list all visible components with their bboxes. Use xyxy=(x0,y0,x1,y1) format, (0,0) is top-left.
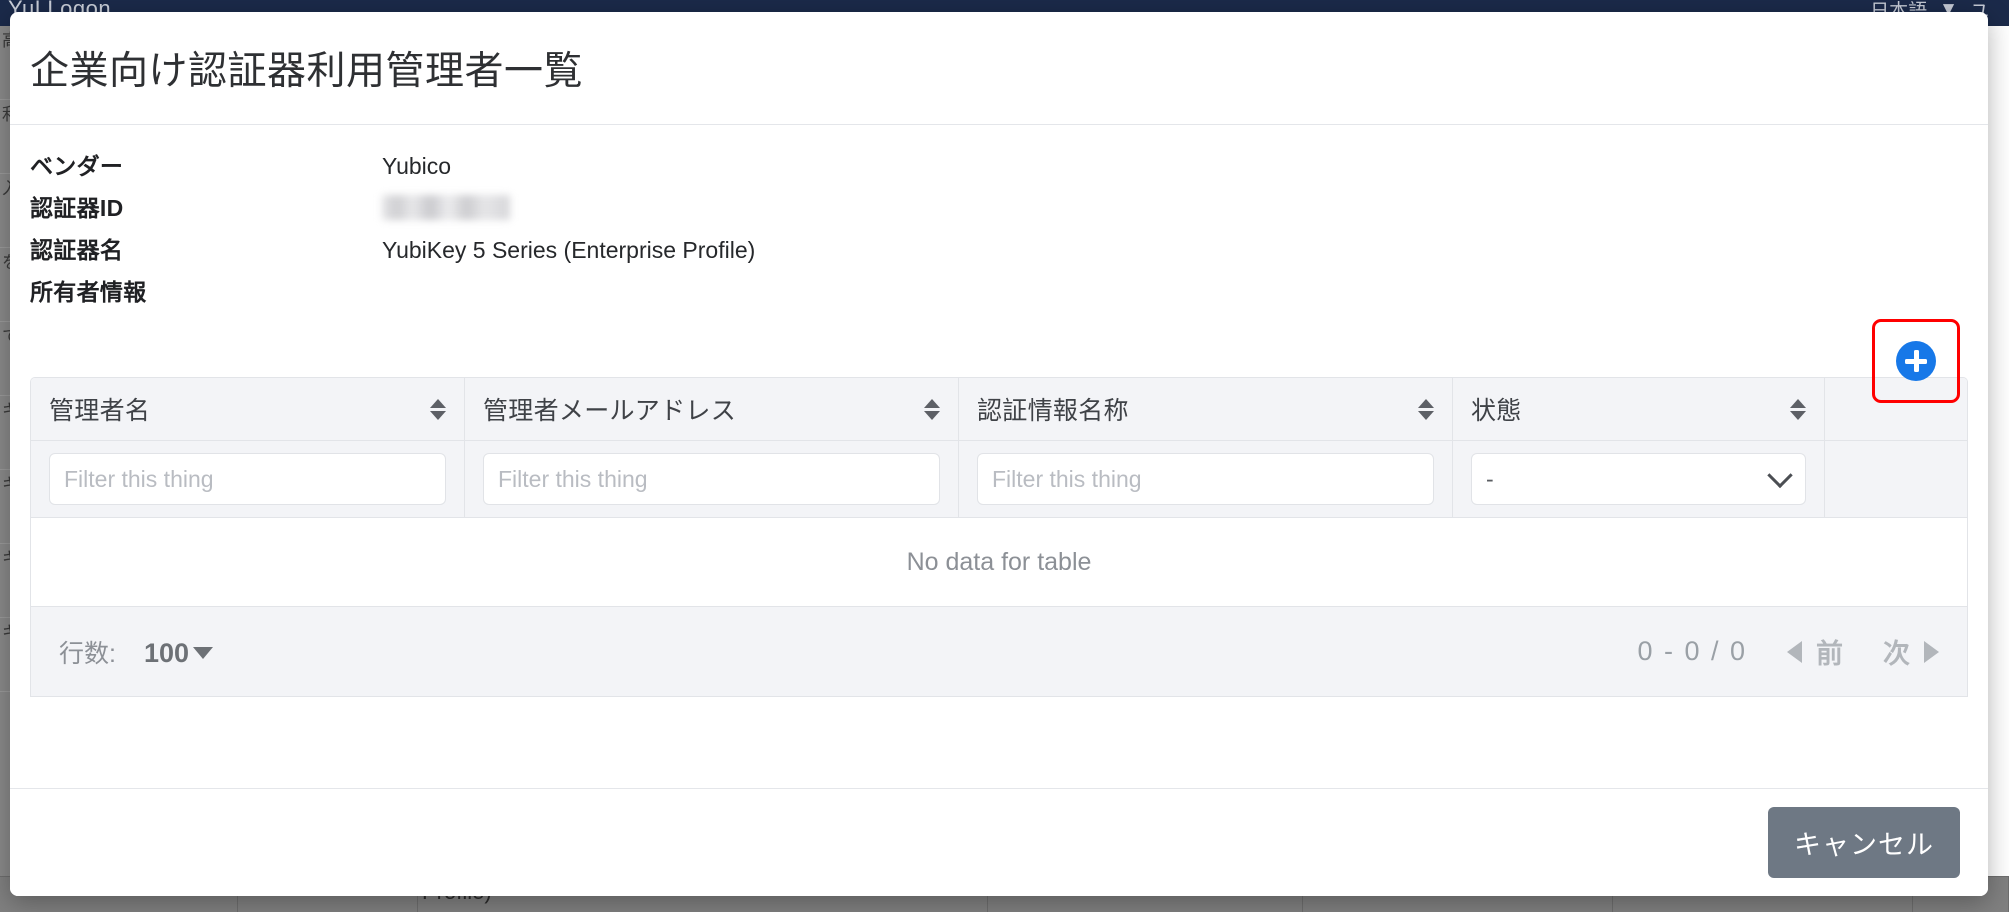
column-header-credential-name[interactable]: 認証情報名称 xyxy=(959,378,1453,440)
table-header-row: 管理者名 管理者メールアドレス 認証情報名称 状態 xyxy=(31,378,1967,441)
triangle-right-icon xyxy=(1924,640,1939,663)
column-header-label: 管理者メールアドレス xyxy=(483,397,737,425)
dialog-body: ベンダー Yubico 認証器ID 認証器名 YubiKey 5 Series … xyxy=(10,147,1988,697)
filter-cell-credential-name xyxy=(959,441,1453,517)
column-header-admin-email[interactable]: 管理者メールアドレス xyxy=(465,378,959,440)
sort-icon[interactable] xyxy=(1790,398,1806,420)
pagination-controls: 0 - 0 / 0 前 次 xyxy=(1637,632,1939,671)
triangle-left-icon xyxy=(1787,640,1802,663)
info-row-authenticator-name: 認証器名 YubiKey 5 Series (Enterprise Profil… xyxy=(30,231,1968,273)
info-value: Yubico xyxy=(382,153,452,179)
dialog-header: 企業向け認証器利用管理者一覧 xyxy=(10,12,1988,125)
column-header-admin-name[interactable]: 管理者名 xyxy=(31,378,465,440)
next-page-button[interactable]: 次 xyxy=(1883,632,1939,671)
filter-input-admin-email[interactable] xyxy=(483,453,940,505)
filter-cell-status: - xyxy=(1453,441,1825,517)
prev-page-button[interactable]: 前 xyxy=(1787,632,1843,671)
info-row-authenticator-id: 認証器ID xyxy=(30,189,1968,231)
column-header-label: 認証情報名称 xyxy=(977,397,1129,425)
filter-input-admin-name[interactable] xyxy=(49,453,446,505)
add-button-row xyxy=(30,315,1968,403)
dialog-footer: キャンセル xyxy=(10,788,1988,896)
table-pagination: 行数: 100 0 - 0 / 0 前 次 xyxy=(31,607,1967,697)
column-header-label: 状態 xyxy=(1471,397,1522,425)
next-page-label: 次 xyxy=(1883,639,1910,669)
add-button-highlight xyxy=(1872,319,1960,403)
filter-select-status-value: - xyxy=(1486,465,1494,492)
rows-per-page-value: 100 xyxy=(143,637,190,668)
info-row-vendor: ベンダー Yubico xyxy=(30,147,1968,189)
info-value-redacted xyxy=(382,195,510,222)
filter-input-credential-name[interactable] xyxy=(977,453,1434,505)
info-value: YubiKey 5 Series (Enterprise Profile) xyxy=(382,237,756,263)
cancel-button[interactable]: キャンセル xyxy=(1768,807,1960,878)
filter-cell-admin-name xyxy=(31,441,465,517)
filter-select-status[interactable]: - xyxy=(1471,453,1806,505)
chevron-down-icon xyxy=(1767,462,1793,489)
table-empty-message: No data for table xyxy=(31,518,1967,607)
redacted-value-mask xyxy=(382,195,510,220)
sort-icon[interactable] xyxy=(1418,398,1434,420)
sort-icon[interactable] xyxy=(924,398,940,420)
table-filter-row: - xyxy=(31,441,1967,518)
rows-per-page-label: 行数: xyxy=(59,639,116,668)
authenticator-info-list: ベンダー Yubico 認証器ID 認証器名 YubiKey 5 Series … xyxy=(30,147,1968,315)
info-row-owner: 所有者情報 xyxy=(30,273,1968,315)
filter-cell-actions xyxy=(1825,441,1967,517)
column-header-status[interactable]: 状態 xyxy=(1453,378,1825,440)
admin-table: 管理者名 管理者メールアドレス 認証情報名称 状態 Filter this th… xyxy=(30,377,1968,697)
info-label: 認証器名 xyxy=(30,237,124,263)
column-header-label: 管理者名 xyxy=(49,397,151,425)
pagination-range-text: 0 - 0 / 0 xyxy=(1637,636,1747,666)
info-label: 所有者情報 xyxy=(30,279,147,305)
prev-page-label: 前 xyxy=(1816,639,1843,669)
info-label: 認証器ID xyxy=(30,195,124,221)
filter-cell-admin-email xyxy=(465,441,959,517)
authenticator-admin-list-dialog: 企業向け認証器利用管理者一覧 ベンダー Yubico 認証器ID 認証器名 Yu… xyxy=(10,12,1988,896)
info-label: ベンダー xyxy=(30,153,124,179)
page-title: 企業向け認証器利用管理者一覧 xyxy=(30,50,584,93)
caret-down-icon xyxy=(193,647,214,659)
rows-per-page-group: 行数: 100 xyxy=(59,634,214,670)
add-admin-button[interactable] xyxy=(1896,341,1936,381)
rows-per-page-select[interactable]: 100 xyxy=(143,637,214,669)
sort-icon[interactable] xyxy=(430,398,446,420)
